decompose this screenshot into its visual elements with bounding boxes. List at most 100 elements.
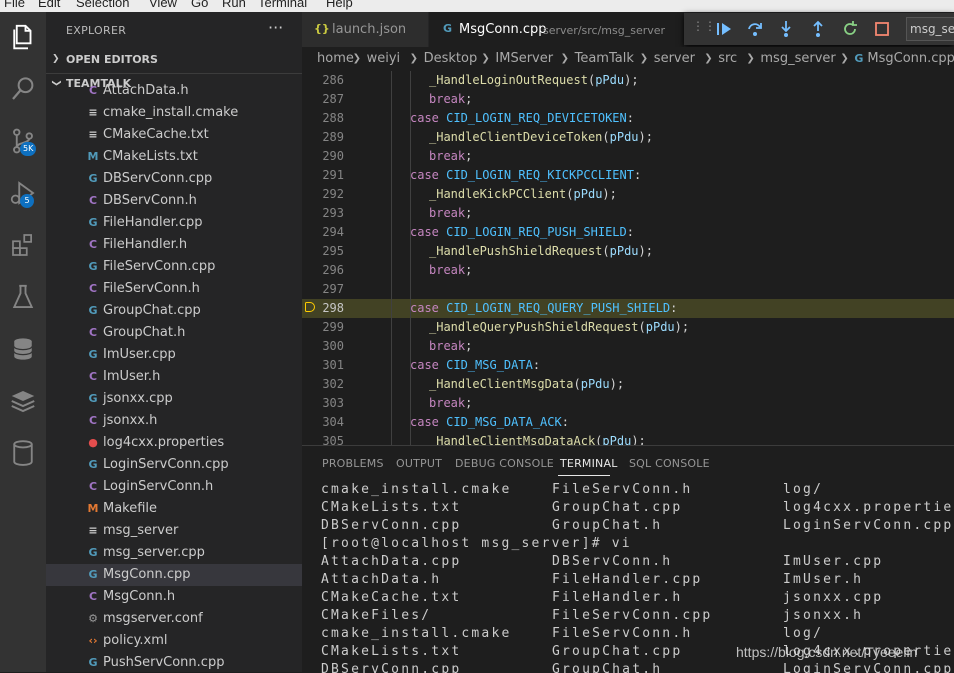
code-line[interactable]: 295 _HandlePushShieldRequest(pPdu); (302, 242, 954, 261)
storage-cylinder-icon[interactable] (8, 438, 38, 468)
menu-terminal[interactable]: Terminal (258, 0, 307, 10)
step-into-button[interactable] (776, 19, 796, 39)
file-item[interactable]: C DBServConn.h (46, 190, 302, 212)
menu-run[interactable]: Run (222, 0, 246, 10)
breadcrumb-segment[interactable]: TeamTalk (575, 51, 634, 66)
search-icon[interactable] (8, 74, 38, 104)
tab-launch-json[interactable]: {} launch.json (302, 12, 428, 47)
code-line[interactable]: 305 _HandleClientMsgDataAck(pPdu); (302, 432, 954, 445)
tab-debug-console[interactable]: DEBUG CONSOLE (455, 457, 554, 470)
drag-handle-icon[interactable]: ⋮⋮ (692, 19, 716, 33)
tab-output[interactable]: OUTPUT (396, 457, 442, 470)
code-line[interactable]: 297 (302, 280, 954, 299)
file-item[interactable]: G FileServConn.cpp (46, 256, 302, 278)
file-item[interactable]: G MsgConn.cpp (46, 564, 302, 586)
code-line[interactable]: 303 break; (302, 394, 954, 413)
code-line[interactable]: 292 _HandleKickPCClient(pPdu); (302, 185, 954, 204)
code-line[interactable]: 299 _HandleQueryPushShieldRequest(pPdu); (302, 318, 954, 337)
code-line[interactable]: 302 _HandleClientMsgData(pPdu); (302, 375, 954, 394)
file-item[interactable]: M Makefile (46, 498, 302, 520)
tab-problems[interactable]: PROBLEMS (322, 457, 384, 470)
stop-button[interactable] (872, 19, 892, 39)
file-item[interactable]: G LoginServConn.cpp (46, 454, 302, 476)
breadcrumb-segment[interactable]: IMServer (495, 51, 553, 66)
line-number: 287 (322, 92, 344, 106)
file-name: GroupChat.cpp (103, 303, 201, 318)
restart-button[interactable] (840, 19, 860, 39)
code-editor[interactable]: 286 _HandleLoginOutRequest(pPdu); 287 break… (302, 71, 954, 445)
menu-help[interactable]: Help (326, 0, 353, 10)
file-item[interactable]: ● log4cxx.properties (46, 432, 302, 454)
file-item[interactable]: ‹› policy.xml (46, 630, 302, 652)
tab-sql-console[interactable]: SQL CONSOLE (629, 457, 710, 470)
file-type-icon: G (88, 260, 98, 273)
more-actions-button[interactable]: ··· (268, 18, 283, 37)
testing-flask-icon[interactable] (8, 282, 38, 312)
file-item[interactable]: G PushServConn.cpp (46, 652, 302, 672)
file-item[interactable]: G ImUser.cpp (46, 344, 302, 366)
file-item[interactable]: ≡ CMakeCache.txt (46, 124, 302, 146)
code-line[interactable]: 286 _HandleLoginOutRequest(pPdu); (302, 71, 954, 90)
code-line[interactable]: 290 break; (302, 147, 954, 166)
code-line[interactable]: 294 case CID_LOGIN_REQ_PUSH_SHIELD: (302, 223, 954, 242)
file-item[interactable]: C FileHandler.h (46, 234, 302, 256)
code-line[interactable]: 291 case CID_LOGIN_REQ_KICKPCCLIENT: (302, 166, 954, 185)
file-item[interactable]: ⚙ msgserver.conf (46, 608, 302, 630)
code-line[interactable]: 288 case CID_LOGIN_REQ_DEVICETOKEN: (302, 109, 954, 128)
tab-terminal[interactable]: TERMINAL (560, 457, 618, 470)
file-item[interactable]: G GroupChat.cpp (46, 300, 302, 322)
code-line[interactable]: 300 break; (302, 337, 954, 356)
breadcrumb-segment[interactable]: MsgConn.cpp (867, 51, 954, 66)
code-line[interactable]: 304 case CID_MSG_DATA_ACK: (302, 413, 954, 432)
bottom-panel: PROBLEMS OUTPUT DEBUG CONSOLE TERMINAL S… (302, 445, 954, 673)
file-item[interactable]: C MsgConn.h (46, 586, 302, 608)
file-type-icon: G (88, 392, 98, 405)
file-item[interactable]: C ImUser.h (46, 366, 302, 388)
menu-file[interactable]: File (4, 0, 25, 10)
activity-bar: 5K 5 (0, 12, 46, 672)
code-line[interactable]: 287 break; (302, 90, 954, 109)
explorer-icon[interactable] (8, 22, 38, 52)
code-line[interactable]: 289 _HandleClientDeviceToken(pPdu); (302, 128, 954, 147)
code-line[interactable]: 293 break; (302, 204, 954, 223)
breadcrumb-segment[interactable]: weiyi (367, 51, 401, 66)
file-name: log4cxx.properties (103, 435, 225, 450)
file-item[interactable]: C FileServConn.h (46, 278, 302, 300)
open-editors-section[interactable]: ❯ OPEN EDITORS (46, 50, 302, 70)
step-out-button[interactable] (808, 19, 828, 39)
file-item[interactable]: G FileHandler.cpp (46, 212, 302, 234)
file-item[interactable]: M CMakeLists.txt (46, 146, 302, 168)
breadcrumb-segment[interactable]: server (654, 51, 695, 66)
file-item[interactable]: Cjsonxx.h (46, 410, 302, 432)
file-item[interactable]: ≡ cmake_install.cmake (46, 102, 302, 124)
file-item[interactable]: Gmsg_server.cpp (46, 542, 302, 564)
file-item[interactable]: ≡ msg_server (46, 520, 302, 542)
file-type-icon: C (88, 238, 98, 251)
breadcrumb-segment[interactable]: home (317, 51, 354, 66)
menu-go[interactable]: Go (191, 0, 208, 10)
file-item[interactable]: C GroupChat.h (46, 322, 302, 344)
menu-selection[interactable]: Selection (76, 0, 129, 10)
debug-config-select[interactable]: msg_server (906, 17, 954, 41)
terminal-line: CMakeLists.txt GroupChat.cpp log4cxx.prope… (321, 500, 954, 515)
code-text: _HandlePushShieldRequest(pPdu); (429, 244, 653, 258)
step-over-button[interactable] (745, 19, 765, 39)
layers-icon[interactable] (8, 386, 38, 416)
continue-button[interactable] (714, 19, 734, 39)
tab-msgconn-cpp[interactable]: G MsgConn.cpp server/src/msg_server (429, 12, 684, 47)
breadcrumb-segment[interactable]: Desktop (424, 51, 478, 66)
menu-edit[interactable]: Edit (38, 0, 60, 10)
file-item[interactable]: G DBServConn.cpp (46, 168, 302, 190)
breadcrumb-segment[interactable]: msg_server (760, 51, 835, 66)
file-item[interactable]: C LoginServConn.h (46, 476, 302, 498)
code-line[interactable]: 296 break; (302, 261, 954, 280)
file-item[interactable]: C AttachData.h (46, 80, 302, 102)
menu-view[interactable]: View (149, 0, 177, 10)
code-line[interactable]: 298 case CID_LOGIN_REQ_QUERY_PUSH_SHIELD: (302, 299, 954, 318)
code-text: _HandleClientDeviceToken(pPdu); (429, 130, 653, 144)
file-item[interactable]: Gjsonxx.cpp (46, 388, 302, 410)
database-icon[interactable] (8, 334, 38, 364)
breadcrumb-segment[interactable]: src (718, 51, 737, 66)
extensions-icon[interactable] (8, 230, 38, 260)
code-line[interactable]: 301 case CID_MSG_DATA: (302, 356, 954, 375)
